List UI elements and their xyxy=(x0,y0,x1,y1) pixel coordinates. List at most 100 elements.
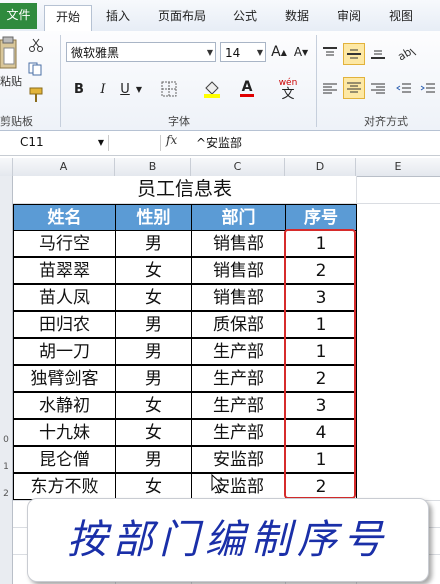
tab-formulas[interactable]: 公式 xyxy=(226,5,264,30)
tab-review[interactable]: 审阅 xyxy=(330,5,368,30)
cell-gender[interactable]: 女 xyxy=(115,419,192,446)
paste-icon[interactable] xyxy=(0,35,18,71)
cell-department[interactable]: 质保部 xyxy=(191,311,286,338)
alignment-group-label: 对齐方式 xyxy=(364,115,408,128)
format-painter-icon[interactable] xyxy=(28,87,44,103)
cell-sequence[interactable]: 1 xyxy=(285,311,357,338)
row-header[interactable]: 1 xyxy=(0,462,12,472)
cell-sequence[interactable]: 3 xyxy=(285,284,357,311)
cell-name[interactable]: 苗翠翠 xyxy=(13,257,116,284)
align-right-icon[interactable] xyxy=(368,79,388,99)
tab-view[interactable]: 视图 xyxy=(382,5,420,30)
cell-name[interactable]: 胡一刀 xyxy=(13,338,116,365)
cell-gender[interactable]: 男 xyxy=(115,365,192,392)
cell-name[interactable]: 田归农 xyxy=(13,311,116,338)
divider xyxy=(160,135,161,151)
tab-insert[interactable]: 插入 xyxy=(98,5,138,30)
cell-gender[interactable]: 女 xyxy=(115,392,192,419)
cell-gender[interactable]: 女 xyxy=(115,257,192,284)
decrease-indent-icon[interactable] xyxy=(394,79,414,99)
cell-sequence[interactable]: 2 xyxy=(285,365,357,392)
row-header[interactable]: 0 xyxy=(0,435,12,445)
insert-function-button[interactable]: fx xyxy=(166,133,177,147)
cell-name[interactable]: 东方不败 xyxy=(13,473,116,500)
tab-file[interactable]: 文件 xyxy=(0,3,37,29)
increase-indent-icon[interactable] xyxy=(418,79,438,99)
cell-name[interactable]: 马行空 xyxy=(13,230,116,257)
cell-name[interactable]: 昆仑僧 xyxy=(13,446,116,473)
cell-gender[interactable]: 男 xyxy=(115,230,192,257)
ribbon: 粘贴 剪贴板 微软雅黑 ▼ 14 ▼ A ▲ A ▼ B I U ▼ A wén 文… xyxy=(0,31,440,131)
cell-sequence[interactable]: 2 xyxy=(285,473,357,500)
tab-home[interactable]: 开始 xyxy=(44,5,92,32)
chevron-down-icon[interactable]: ▼ xyxy=(134,79,144,99)
cell-department[interactable]: 生产部 xyxy=(191,365,286,392)
cell-department[interactable]: 生产部 xyxy=(191,338,286,365)
font-size-combo[interactable]: 14 ▼ xyxy=(220,42,266,62)
fill-color-icon[interactable] xyxy=(200,77,224,99)
align-left-icon[interactable] xyxy=(320,79,340,99)
formula-input[interactable]: ^安监部 xyxy=(196,134,242,151)
font-group-label: 字体 xyxy=(168,115,190,128)
cell-gender[interactable]: 男 xyxy=(115,311,192,338)
cell-sequence[interactable]: 3 xyxy=(285,392,357,419)
cut-icon[interactable] xyxy=(28,37,44,53)
cell-department[interactable]: 生产部 xyxy=(191,392,286,419)
cell-department[interactable]: 生产部 xyxy=(191,419,286,446)
tab-data[interactable]: 数据 xyxy=(278,5,316,30)
column-header-a[interactable]: A xyxy=(13,158,115,176)
header-cell-gender[interactable]: 性别 xyxy=(115,204,192,231)
bold-button[interactable]: B xyxy=(70,79,88,99)
cell-department[interactable]: 安监部 xyxy=(191,473,286,500)
cell-sequence[interactable]: 4 xyxy=(285,419,357,446)
orientation-icon[interactable]: ab xyxy=(394,43,420,63)
clipboard-group-label: 剪贴板 xyxy=(0,115,33,128)
cell-gender[interactable]: 女 xyxy=(115,284,192,311)
column-header-c[interactable]: C xyxy=(191,158,285,176)
font-name-combo[interactable]: 微软雅黑 ▼ xyxy=(66,42,216,62)
cell-sequence[interactable]: 1 xyxy=(285,338,357,365)
grow-font-button[interactable]: A ▲ xyxy=(270,42,288,62)
italic-button[interactable]: I xyxy=(94,79,112,99)
header-cell-sequence[interactable]: 序号 xyxy=(285,204,357,231)
column-header-d[interactable]: D xyxy=(285,158,356,176)
header-cell-department[interactable]: 部门 xyxy=(191,204,286,231)
cell-gender[interactable]: 女 xyxy=(115,473,192,500)
cell-name[interactable]: 水静初 xyxy=(13,392,116,419)
column-header-e[interactable]: E xyxy=(356,158,440,176)
align-middle-icon[interactable] xyxy=(343,43,365,65)
select-all-corner[interactable] xyxy=(0,158,13,176)
align-center-icon[interactable] xyxy=(343,77,365,99)
cell-sequence[interactable]: 2 xyxy=(285,257,357,284)
cell-gender[interactable]: 男 xyxy=(115,446,192,473)
column-headers: A B C D E xyxy=(0,158,440,177)
cell-department[interactable]: 销售部 xyxy=(191,257,286,284)
phonetic-guide-button[interactable]: wén 文 xyxy=(276,75,300,103)
name-box[interactable]: C11 ▼ xyxy=(14,133,106,152)
cell-sequence[interactable]: 1 xyxy=(285,230,357,257)
cell-department[interactable]: 销售部 xyxy=(191,284,286,311)
chevron-down-icon: ▼ xyxy=(206,48,213,57)
border-icon[interactable] xyxy=(156,79,182,99)
row-headers: 0 1 2 xyxy=(0,176,13,584)
formula-bar: C11 ▼ fx ^安监部 xyxy=(0,131,440,156)
cell-gender[interactable]: 男 xyxy=(115,338,192,365)
align-top-icon[interactable] xyxy=(320,43,340,63)
cell-department[interactable]: 安监部 xyxy=(191,446,286,473)
underline-button[interactable]: U xyxy=(116,79,134,99)
cell-sequence[interactable]: 1 xyxy=(285,446,357,473)
font-color-button[interactable]: A xyxy=(236,77,258,99)
header-cell-name[interactable]: 姓名 xyxy=(13,204,116,231)
tab-page-layout[interactable]: 页面布局 xyxy=(150,5,214,30)
align-bottom-icon[interactable] xyxy=(368,43,388,63)
cell-department[interactable]: 销售部 xyxy=(191,230,286,257)
caption-banner: 按部门编制序号 xyxy=(27,498,429,582)
shrink-font-button[interactable]: A ▼ xyxy=(292,42,310,62)
row-header[interactable]: 2 xyxy=(0,489,12,499)
cell-name[interactable]: 独臂剑客 xyxy=(13,365,116,392)
column-header-b[interactable]: B xyxy=(115,158,191,176)
table-title[interactable]: 员工信息表 xyxy=(13,176,356,203)
cell-name[interactable]: 十九妹 xyxy=(13,419,116,446)
copy-icon[interactable] xyxy=(28,61,44,77)
cell-name[interactable]: 苗人凤 xyxy=(13,284,116,311)
